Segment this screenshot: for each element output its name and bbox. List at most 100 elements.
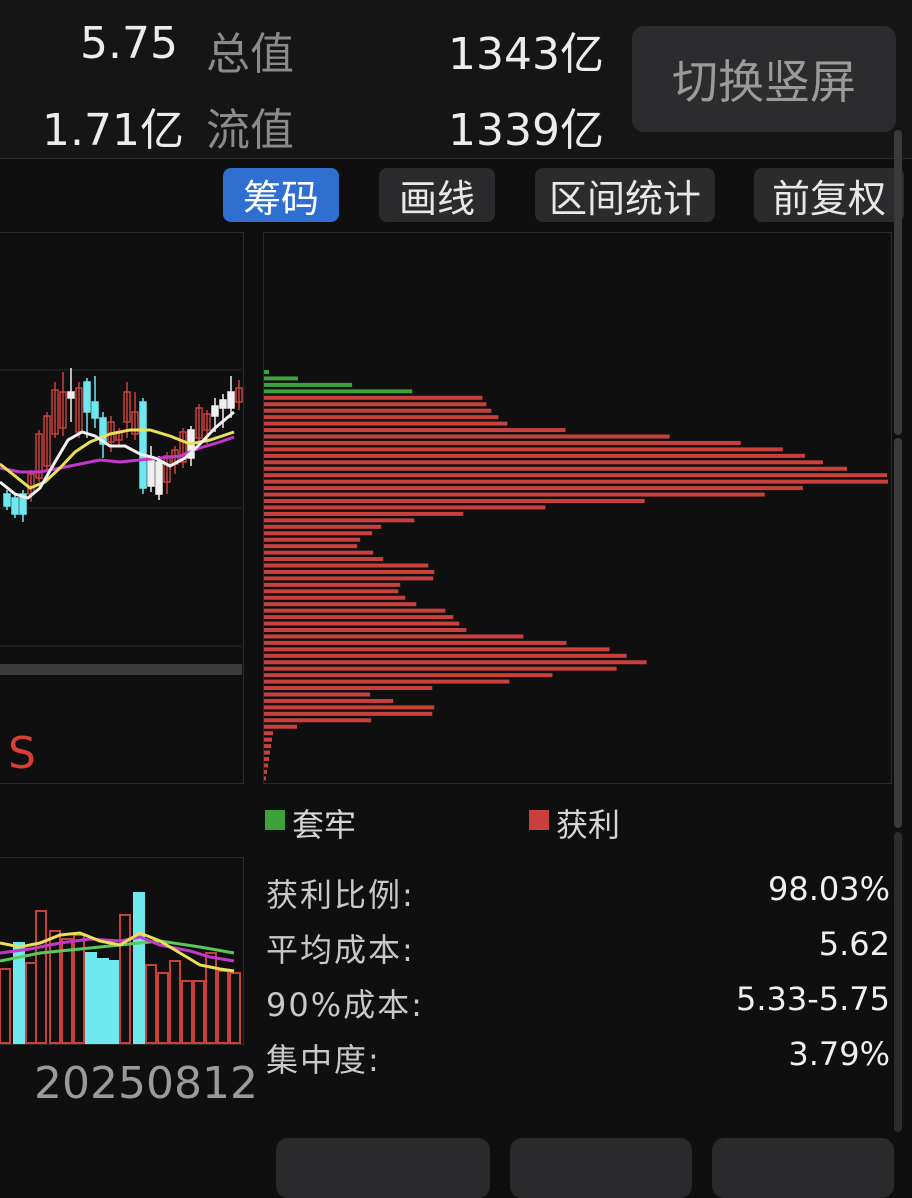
trapped-legend-label: 套牢	[292, 806, 357, 844]
tab-draw-line[interactable]: 画线	[379, 168, 495, 222]
candle-body	[155, 461, 163, 495]
volume-bar	[145, 964, 157, 1044]
chip-bar-profit	[264, 460, 823, 465]
chip-bar-profit	[264, 673, 553, 678]
candle-body	[139, 401, 147, 489]
volume-bar	[217, 970, 229, 1044]
chip-bar-profit	[264, 505, 546, 510]
chip-bar-profit	[264, 615, 454, 620]
chip-bar-profit	[264, 395, 483, 400]
chip-distribution-chart	[264, 370, 888, 781]
candle-body	[147, 457, 155, 487]
bottom-action-button-2[interactable]	[510, 1138, 692, 1198]
chip-bar-profit	[264, 698, 394, 703]
chip-bar-profit	[264, 473, 887, 478]
chip-bar-profit	[264, 531, 373, 536]
chip-bar-profit	[264, 466, 847, 471]
volume-bar	[181, 980, 193, 1044]
candle-body	[3, 493, 11, 507]
total-value-label: 总值	[206, 29, 294, 80]
volume-bar	[119, 914, 131, 1044]
chip-bar-profit	[264, 408, 492, 413]
volume-bar	[97, 958, 109, 1044]
chip-bar-profit	[264, 537, 361, 542]
volume-bar	[25, 962, 37, 1044]
bottom-action-button-3[interactable]	[712, 1138, 894, 1198]
chip-bar-trapped	[264, 382, 353, 387]
chip-scrollbar-lower[interactable]	[894, 438, 902, 828]
chip-bar-profit	[264, 447, 783, 452]
chip-bar-profit	[264, 731, 274, 736]
volume-bar	[109, 960, 121, 1044]
bottom-action-button-1[interactable]	[276, 1138, 490, 1198]
volume-bar	[229, 972, 241, 1044]
chip-bar-profit	[264, 653, 627, 658]
chip-bar-profit	[264, 582, 401, 587]
chip-bar-profit	[264, 602, 417, 607]
float-value-label: 流值	[206, 105, 294, 156]
chip-bar-profit	[264, 563, 429, 568]
total-value: 1343亿	[448, 29, 604, 80]
volume-bar	[157, 972, 169, 1044]
sell-signal-label: S	[8, 728, 36, 779]
chip-bar-profit	[264, 705, 435, 710]
chip-bar-profit	[264, 524, 382, 529]
chip-bar-profit	[264, 621, 460, 626]
volume-bar	[169, 960, 181, 1044]
profit-legend-swatch	[529, 810, 549, 830]
float-value: 1339亿	[448, 105, 604, 156]
chip-bar-profit	[264, 647, 610, 652]
chip-bar-profit	[264, 550, 374, 555]
chip-bar-profit	[264, 711, 433, 716]
chip-bar-profit	[264, 421, 508, 426]
volume-bar	[193, 980, 205, 1044]
chip-bar-profit	[264, 589, 399, 594]
concentration-value: 3.79%	[788, 1035, 890, 1073]
chip-bar-profit	[264, 634, 524, 639]
trapped-legend-swatch	[265, 810, 285, 830]
volume-bar	[85, 952, 97, 1044]
chip-bar-profit	[264, 415, 499, 420]
tab-chips[interactable]: 筹码	[223, 168, 339, 222]
price-value: 5.75	[80, 18, 178, 69]
kline-scrollbar[interactable]	[0, 664, 242, 675]
tab-range-stats[interactable]: 区间统计	[535, 168, 715, 222]
avg-cost-value: 5.62	[818, 925, 890, 963]
chip-bar-profit	[264, 557, 384, 562]
candle-body	[83, 381, 91, 413]
chip-bar-profit	[264, 492, 765, 497]
profit-ratio-label: 获利比例:	[266, 876, 415, 914]
chip-bar-profit	[264, 666, 617, 671]
chip-bar-profit	[264, 640, 567, 645]
chip-bar-profit	[264, 453, 805, 458]
chip-bar-profit	[264, 402, 487, 407]
tab-forward-adjust[interactable]: 前复权	[754, 168, 904, 222]
candle-body	[227, 391, 235, 409]
volume-bar	[73, 934, 85, 1044]
avg-cost-label: 平均成本:	[266, 931, 415, 969]
switch-portrait-button[interactable]: 切换竖屏	[632, 26, 896, 132]
volume-bar	[49, 930, 61, 1044]
chip-bar-profit	[264, 569, 435, 574]
chip-bar-profit	[264, 479, 888, 484]
kline-chart	[0, 368, 243, 675]
volume-bar	[35, 910, 47, 1044]
chip-bar-trapped	[264, 370, 270, 374]
volume-bar	[61, 938, 73, 1044]
chip-bar-profit	[264, 769, 268, 774]
cost90-label: 90%成本:	[266, 986, 424, 1024]
chip-bar-profit	[264, 679, 510, 684]
candle-body	[211, 405, 219, 417]
chip-bar-profit	[264, 763, 269, 768]
concentration-label: 集中度:	[266, 1041, 381, 1079]
candle-body	[11, 497, 19, 515]
chip-bar-profit	[264, 776, 267, 781]
turnover-value: 1.71亿	[42, 105, 184, 156]
chip-scrollbar-upper[interactable]	[894, 130, 902, 435]
volume-bar	[0, 968, 11, 1044]
volume-bar	[133, 892, 145, 1044]
chip-bar-profit	[264, 440, 741, 445]
chip-bar-profit	[264, 544, 358, 549]
stats-scrollbar[interactable]	[894, 832, 902, 1132]
chip-bar-profit	[264, 499, 645, 503]
